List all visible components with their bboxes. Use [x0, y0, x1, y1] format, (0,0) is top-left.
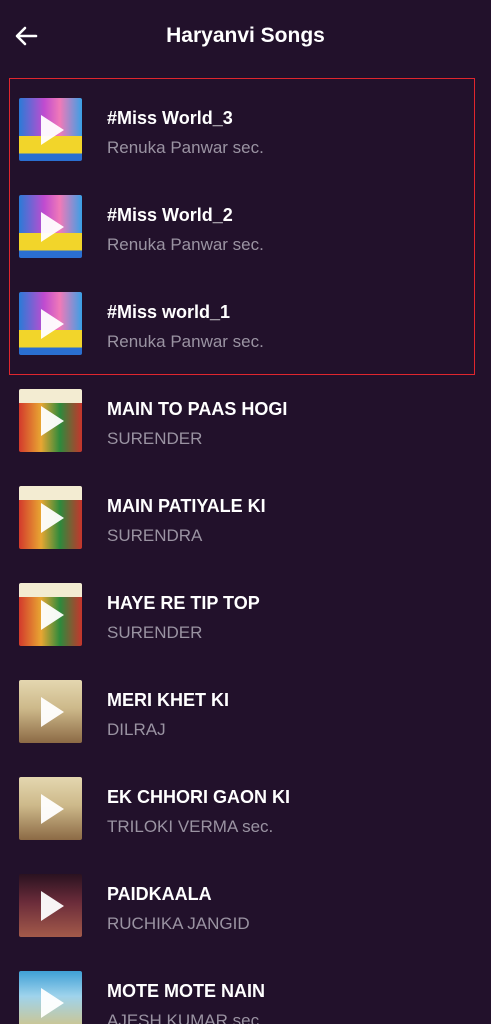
play-icon [38, 598, 66, 632]
song-item[interactable]: MAIN PATIYALE KI SURENDRA [0, 470, 491, 567]
song-title: HAYE RE TIP TOP [107, 593, 260, 613]
song-thumbnail [19, 486, 82, 549]
song-title: #Miss World_2 [107, 205, 233, 225]
song-item[interactable]: PAIDKAALA RUCHIKA JANGID [0, 858, 491, 955]
song-item[interactable]: EK CHHORI GAON KI TRILOKI VERMA sec. [0, 761, 491, 858]
song-artist: DILRAJ [107, 720, 166, 739]
song-artist: AJESH KUMAR sec. [107, 1011, 264, 1024]
song-title: PAIDKAALA [107, 884, 212, 904]
song-title: MERI KHET KI [107, 690, 230, 710]
song-artist: TRILOKI VERMA sec. [107, 817, 274, 836]
song-item[interactable]: #Miss World_3 Renuka Panwar sec. [0, 82, 491, 179]
song-artist: SURENDER [107, 623, 203, 642]
play-icon [38, 792, 66, 826]
app-screen: Haryanvi Songs #Miss World_3 Renuka Panw… [0, 0, 491, 1024]
song-item[interactable]: MOTE MOTE NAIN AJESH KUMAR sec. [0, 955, 491, 1024]
song-title: #Miss world_1 [107, 302, 231, 322]
song-title: #Miss World_3 [107, 108, 233, 128]
song-thumbnail [19, 777, 82, 840]
song-title: EK CHHORI GAON KI [107, 787, 291, 807]
song-artist: SURENDER [107, 429, 203, 448]
song-artist: Renuka Panwar sec. [107, 235, 264, 254]
song-item[interactable]: MERI KHET KI DILRAJ [0, 664, 491, 761]
song-item[interactable]: MAIN TO PAAS HOGI SURENDER [0, 373, 491, 470]
song-title: MAIN PATIYALE KI [107, 496, 266, 516]
play-icon [38, 404, 66, 438]
song-title: MAIN TO PAAS HOGI [107, 399, 288, 419]
song-item[interactable]: #Miss World_2 Renuka Panwar sec. [0, 179, 491, 276]
song-thumbnail [19, 874, 82, 937]
play-icon [38, 986, 66, 1020]
song-artist: RUCHIKA JANGID [107, 914, 250, 933]
song-thumbnail [19, 680, 82, 743]
play-icon [38, 695, 66, 729]
song-artist: Renuka Panwar sec. [107, 332, 264, 351]
song-item[interactable]: #Miss world_1 Renuka Panwar sec. [0, 276, 491, 373]
play-icon [38, 889, 66, 923]
header: Haryanvi Songs [0, 0, 491, 72]
song-thumbnail [19, 98, 82, 161]
song-list: #Miss World_3 Renuka Panwar sec. #Miss W… [0, 82, 491, 1024]
song-item[interactable]: HAYE RE TIP TOP SURENDER [0, 567, 491, 664]
song-thumbnail [19, 583, 82, 646]
song-title: MOTE MOTE NAIN [107, 981, 265, 1001]
song-thumbnail [19, 292, 82, 355]
play-icon [38, 113, 66, 147]
play-icon [38, 307, 66, 341]
play-icon [38, 210, 66, 244]
song-thumbnail [19, 195, 82, 258]
song-artist: Renuka Panwar sec. [107, 138, 264, 157]
play-icon [38, 501, 66, 535]
song-artist: SURENDRA [107, 526, 203, 545]
song-thumbnail [19, 389, 82, 452]
song-thumbnail [19, 971, 82, 1024]
page-title: Haryanvi Songs [166, 24, 325, 47]
